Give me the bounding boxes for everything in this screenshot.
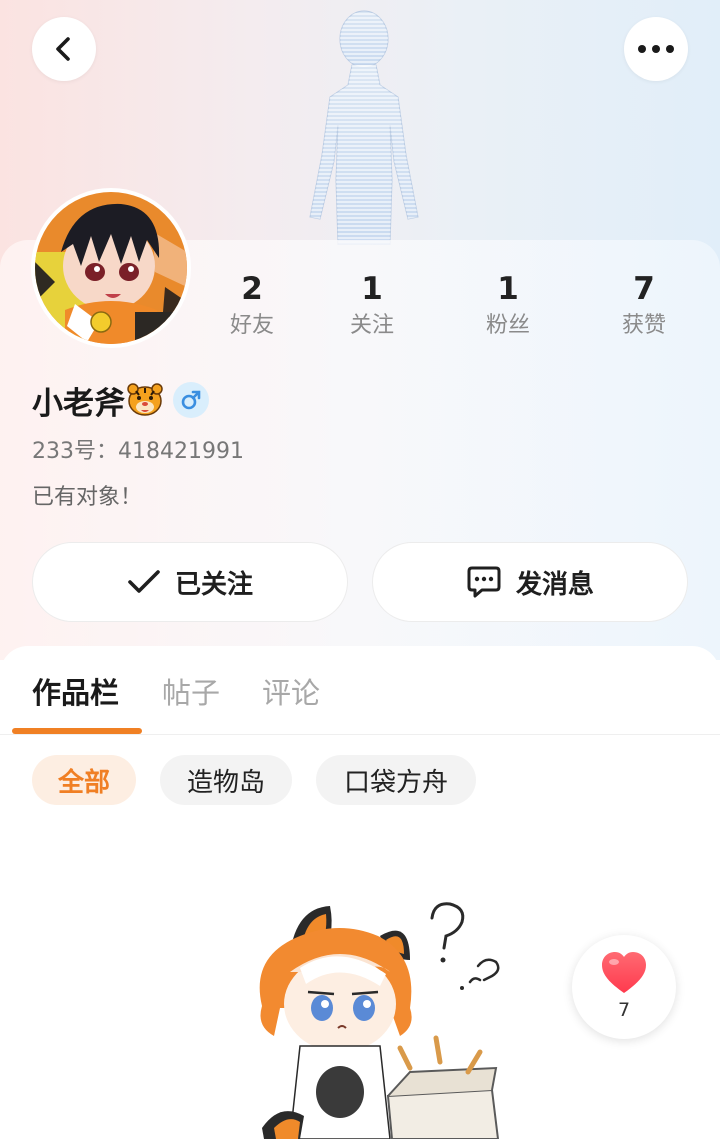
stat-value: 1 xyxy=(497,271,519,307)
send-message-label: 发消息 xyxy=(515,569,594,600)
stat-value: 7 xyxy=(633,271,655,307)
tabs-divider xyxy=(0,734,720,735)
check-icon xyxy=(128,570,160,593)
stat-label: 关注 xyxy=(349,313,394,338)
stat-following[interactable]: 1 关注 xyxy=(312,270,432,344)
back-button[interactable] xyxy=(32,17,96,81)
filter-creation-island[interactable]: 造物岛 xyxy=(160,755,292,805)
heart-icon xyxy=(602,952,646,993)
profile-stats: 2 好友 1 关注 1 粉丝 7 获赞 xyxy=(192,270,720,350)
followed-button[interactable]: 已关注 xyxy=(32,542,348,622)
stat-likes[interactable]: 7 获赞 xyxy=(584,270,704,344)
avatar-image xyxy=(35,192,187,344)
send-message-button[interactable]: 发消息 xyxy=(372,542,688,622)
tab-comments[interactable]: 评论 xyxy=(262,670,320,712)
like-count: 7 xyxy=(617,999,631,1021)
content-panel: 作品栏 帖子 评论 全部 造物岛 口袋方舟 xyxy=(0,646,720,1139)
male-icon xyxy=(181,390,201,410)
empty-state-mascot xyxy=(259,902,500,1139)
like-button[interactable]: 7 xyxy=(572,935,676,1039)
avatar-figure-3d xyxy=(309,10,419,245)
tiger-face-icon xyxy=(127,383,163,416)
filter-pocket-ark[interactable]: 口袋方舟 xyxy=(316,755,476,805)
tab-posts[interactable]: 帖子 xyxy=(162,670,220,712)
followed-label: 已关注 xyxy=(174,569,253,600)
user-id: 233号：418421991 xyxy=(32,439,244,464)
filter-all[interactable]: 全部 xyxy=(32,755,136,805)
gender-badge xyxy=(173,382,209,418)
username-row: 小老斧 xyxy=(32,378,209,422)
stat-label: 获赞 xyxy=(621,313,666,338)
more-button[interactable] xyxy=(624,17,688,81)
tab-works[interactable]: 作品栏 xyxy=(32,670,119,712)
stat-value: 1 xyxy=(361,271,383,307)
stat-label: 粉丝 xyxy=(485,313,530,338)
stat-label: 好友 xyxy=(229,313,274,338)
user-bio: 已有对象！ xyxy=(32,485,143,510)
chevron-left-icon xyxy=(56,37,70,61)
more-horizontal-icon xyxy=(638,45,674,53)
stat-friends[interactable]: 2 好友 xyxy=(192,270,312,344)
avatar[interactable] xyxy=(31,188,191,348)
stat-followers[interactable]: 1 粉丝 xyxy=(448,270,568,344)
username: 小老斧 xyxy=(32,385,125,422)
chat-bubble-icon xyxy=(467,566,501,598)
stat-value: 2 xyxy=(241,271,263,307)
